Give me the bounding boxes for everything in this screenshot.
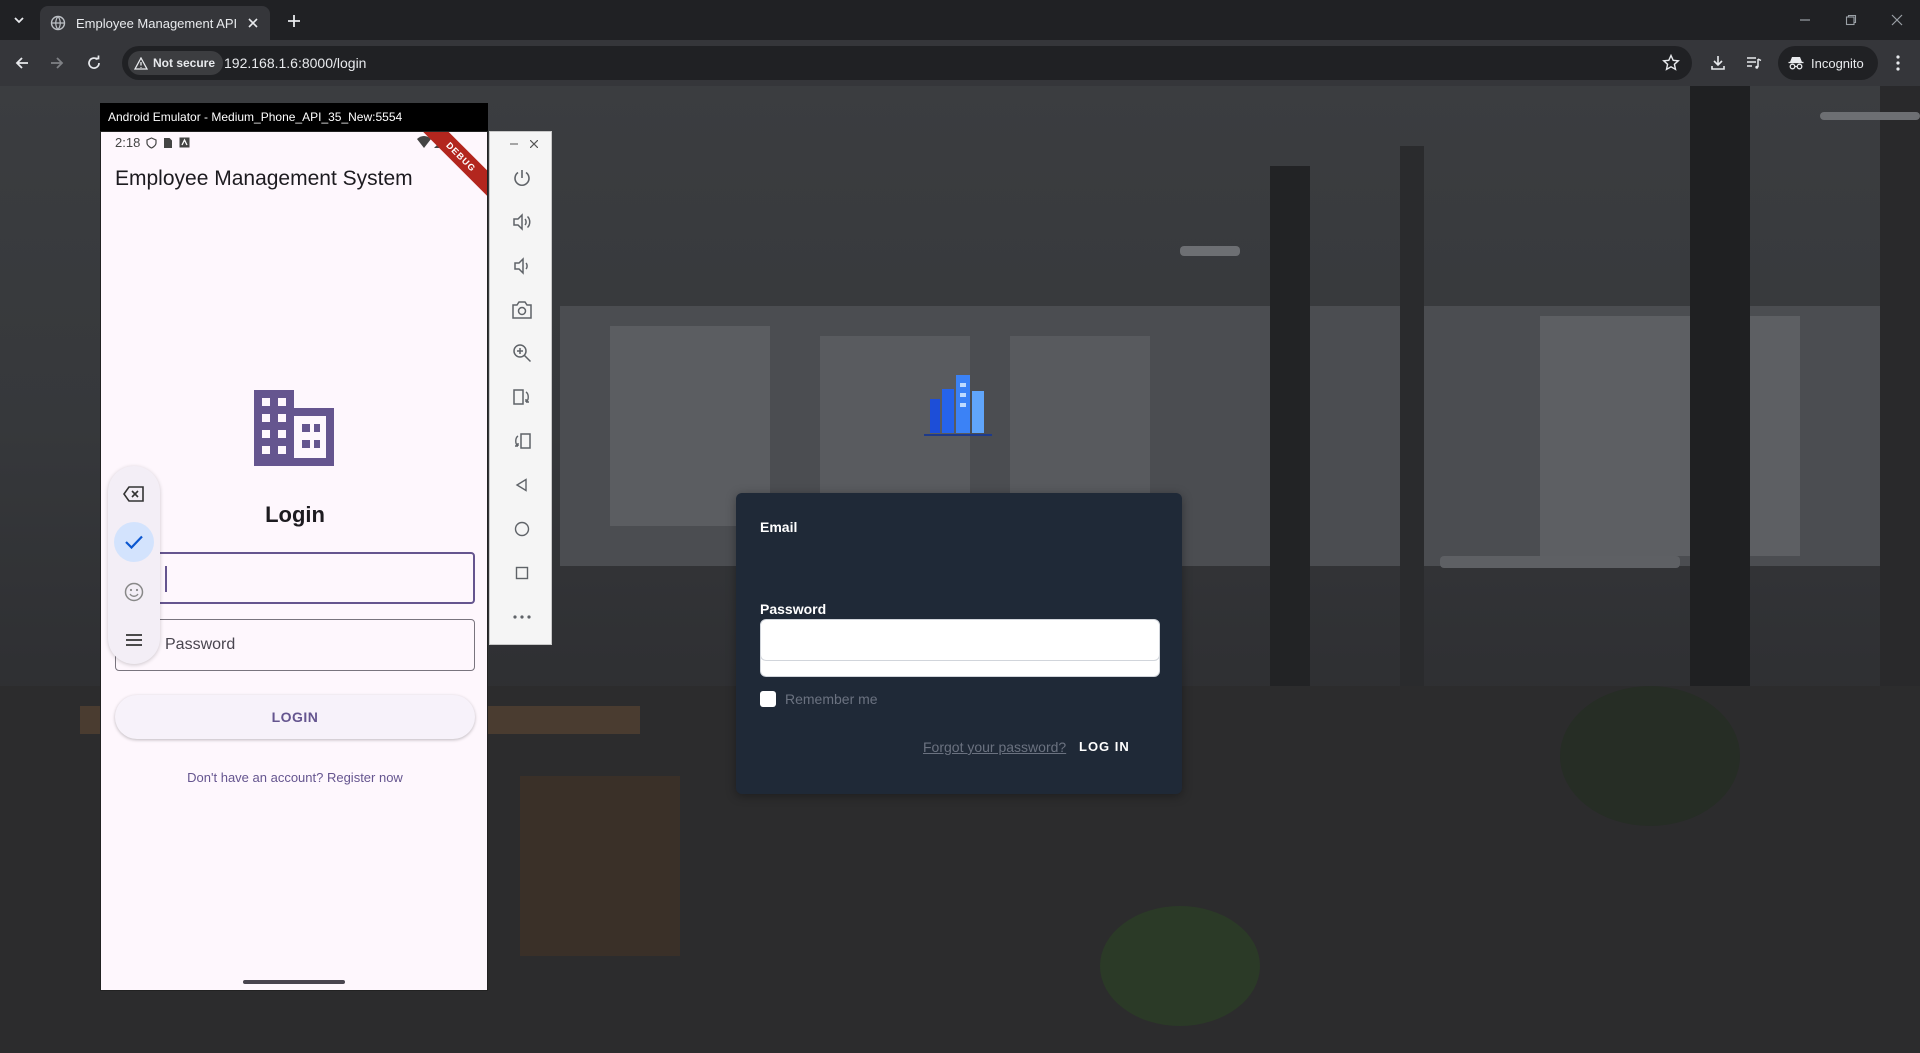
nav-overview-button[interactable] (510, 561, 534, 585)
volume-up-icon (513, 213, 531, 231)
shield-icon (146, 136, 157, 149)
plus-icon (288, 15, 300, 27)
playlist-icon (1747, 57, 1762, 69)
close-window-button[interactable] (1882, 8, 1912, 32)
incognito-chip[interactable]: Incognito (1778, 46, 1878, 80)
home-circle-icon (514, 521, 530, 537)
power-button[interactable] (510, 166, 534, 190)
volume-down-button[interactable] (510, 254, 534, 278)
emulator-minimize-button[interactable] (506, 136, 522, 152)
browser-tab[interactable]: Employee Management API (40, 6, 270, 40)
new-tab-button[interactable] (282, 9, 306, 33)
web-login-card: Email Password Remember me Forgot your p… (736, 493, 1182, 794)
minimize-icon (510, 143, 518, 145)
minimize-icon (1800, 19, 1810, 21)
security-label: Not secure (153, 56, 216, 70)
password-input[interactable]: Password (115, 619, 475, 671)
close-tab-icon[interactable] (244, 14, 262, 32)
incognito-icon (1788, 57, 1804, 70)
emulator-controls (489, 131, 552, 645)
gesture-home-bar[interactable] (243, 980, 345, 984)
chevron-down-icon (14, 17, 24, 24)
more-vert-icon (1896, 55, 1900, 71)
remember-me-checkbox[interactable] (760, 691, 776, 707)
emulator-close-button[interactable] (526, 136, 542, 152)
url-text: 192.168.1.6:8000/login (224, 55, 367, 71)
browser-menu-button[interactable] (1886, 51, 1910, 75)
back-triangle-icon (515, 478, 527, 492)
arrow-left-icon (15, 57, 28, 69)
check-icon (125, 535, 143, 549)
backspace-icon (123, 486, 144, 502)
close-icon (530, 140, 538, 148)
emulator-title-bar: Android Emulator - Medium_Phone_API_35_N… (100, 103, 488, 131)
remember-me-label: Remember me (785, 691, 878, 707)
emoji-button[interactable] (114, 572, 154, 612)
password-label: Password (760, 601, 827, 617)
business-icon (254, 390, 334, 466)
address-bar[interactable]: Not secure 192.168.1.6:8000/login (122, 46, 1692, 80)
forgot-password-link[interactable]: Forgot your password? (923, 739, 1066, 755)
status-time: 2:18 (115, 135, 141, 150)
register-link[interactable]: Don't have an account? Register now (101, 770, 487, 785)
restore-button[interactable] (1836, 8, 1866, 32)
keyboard-toolbar (108, 466, 160, 664)
sim-card-icon (164, 137, 173, 148)
screenshot-button[interactable] (510, 298, 534, 322)
email-input[interactable] (115, 552, 475, 604)
camera-icon (512, 301, 532, 319)
downloads-button[interactable] (1706, 51, 1730, 75)
tab-search-button[interactable] (6, 8, 32, 32)
back-button[interactable] (10, 51, 34, 75)
browser-toolbar: Not secure 192.168.1.6:8000/login Incogn… (0, 40, 1920, 86)
emoji-icon (124, 582, 144, 602)
warning-icon (134, 56, 148, 70)
browser-tab-strip: Employee Management API (0, 0, 1920, 40)
nav-back-button[interactable] (510, 473, 534, 497)
rotate-right-icon (515, 433, 531, 449)
more-options-button[interactable] (510, 605, 534, 629)
volume-up-button[interactable] (510, 210, 534, 234)
media-controls-button[interactable] (1742, 51, 1766, 75)
globe-icon (50, 15, 66, 31)
close-icon (1891, 14, 1903, 26)
rotate-right-button[interactable] (510, 429, 534, 453)
download-icon (1711, 56, 1725, 70)
volume-down-icon (514, 257, 528, 275)
email-label: Email (760, 519, 798, 535)
text-cursor (165, 566, 167, 592)
nav-home-button[interactable] (510, 517, 534, 541)
web-login-button[interactable]: LOG IN (1079, 739, 1130, 754)
app-bar-title: Employee Management System (115, 167, 413, 190)
forward-button[interactable] (45, 51, 69, 75)
security-chip[interactable]: Not secure (128, 51, 224, 75)
more-horiz-icon (513, 615, 531, 619)
zoom-icon (513, 344, 532, 363)
rotate-left-icon (513, 389, 529, 405)
tab-title: Employee Management API (76, 15, 238, 31)
login-button[interactable]: LOGIN (115, 695, 475, 739)
menu-icon (126, 634, 142, 646)
backspace-button[interactable] (114, 474, 154, 514)
reload-icon (88, 55, 100, 69)
rotate-left-button[interactable] (510, 385, 534, 409)
power-icon (514, 170, 530, 186)
keyboard-menu-button[interactable] (114, 620, 154, 660)
overview-square-icon (515, 566, 529, 580)
remember-me-row[interactable]: Remember me (760, 691, 878, 707)
status-bar: 2:18 (115, 135, 190, 150)
reload-button[interactable] (82, 51, 106, 75)
password-field[interactable] (760, 619, 1160, 661)
restore-icon (1845, 14, 1857, 26)
arrow-right-icon (51, 57, 64, 69)
bookmark-star-icon[interactable] (1662, 54, 1680, 72)
minimize-button[interactable] (1790, 8, 1820, 32)
check-button[interactable] (114, 522, 154, 562)
zoom-button[interactable] (510, 341, 534, 365)
password-placeholder: Password (165, 636, 236, 653)
company-logo (924, 375, 992, 436)
incognito-label: Incognito (1811, 55, 1864, 71)
notification-icon (179, 137, 190, 148)
